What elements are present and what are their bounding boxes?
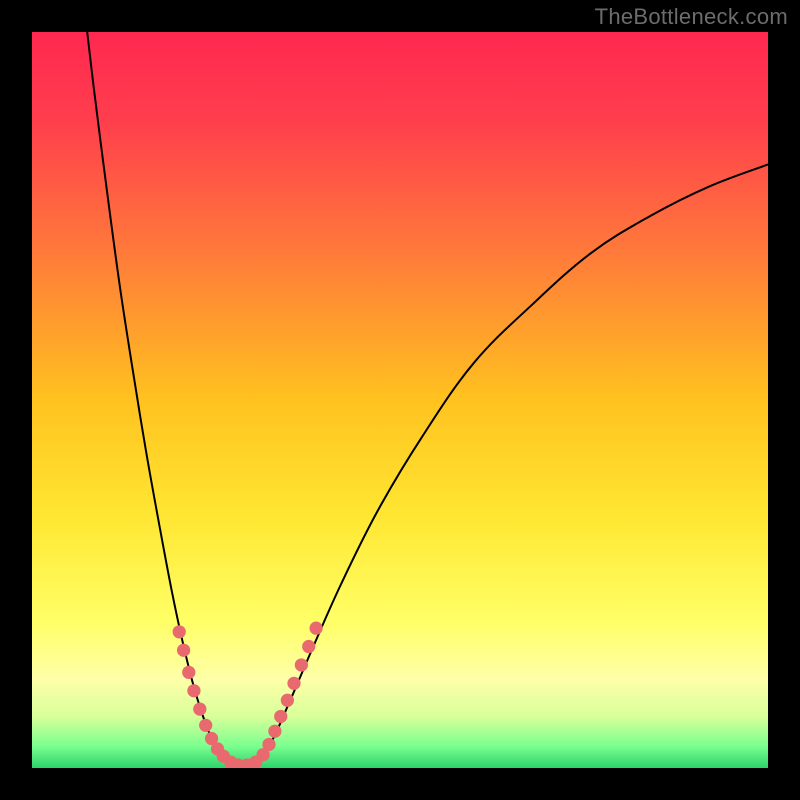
valley-dot [193,702,206,715]
valley-dot [187,684,200,697]
curve-layer [32,32,768,768]
valley-dot [173,625,186,638]
valley-dot [274,710,287,723]
frame-left [0,0,32,800]
valley-dot [309,622,322,635]
watermark-text: TheBottleneck.com [595,4,788,30]
frame-right [768,0,800,800]
valley-dot [199,719,212,732]
valley-dot [268,725,281,738]
curve-left-curve [87,32,242,766]
curve-right-curve [242,164,768,765]
frame-bottom [0,768,800,800]
valley-dot [295,658,308,671]
valley-dot [302,640,315,653]
plot-area [32,32,768,768]
valley-dot [281,694,294,707]
valley-dot [287,677,300,690]
valley-dot [177,644,190,657]
valley-dot [182,666,195,679]
valley-dot [262,738,275,751]
